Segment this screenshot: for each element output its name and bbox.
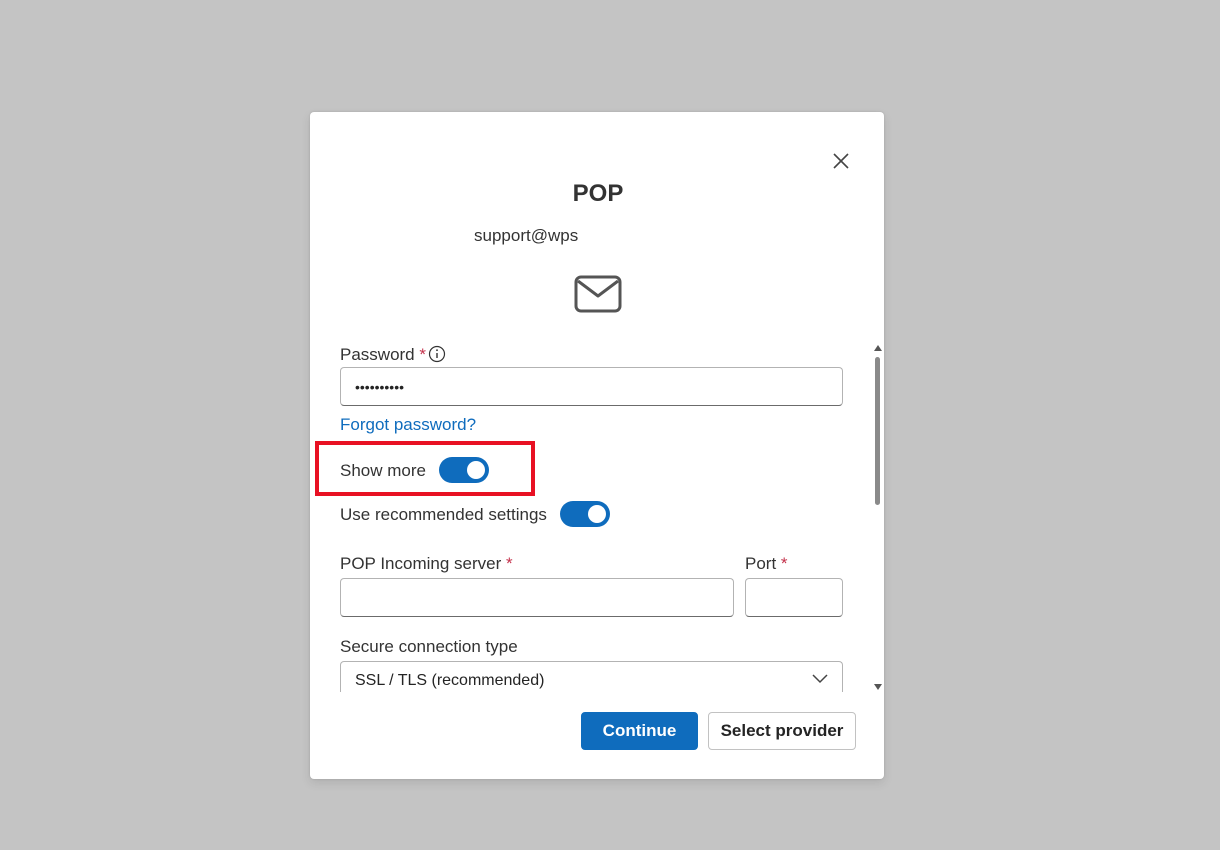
account-email: support@wps — [474, 226, 579, 245]
secure-connection-label: Secure connection type — [340, 637, 518, 656]
chevron-down-icon — [812, 674, 828, 684]
secure-connection-select[interactable]: SSL / TLS (recommended) — [340, 661, 843, 692]
incoming-server-input[interactable] — [340, 578, 734, 617]
scroll-up-arrow-icon[interactable] — [874, 345, 882, 351]
show-more-label: Show more — [340, 461, 426, 480]
required-asterisk: * — [419, 345, 426, 364]
forgot-password-link[interactable]: Forgot password? — [340, 415, 476, 435]
required-asterisk: * — [780, 554, 788, 573]
password-label: Password * — [340, 345, 426, 364]
continue-button[interactable]: Continue — [581, 712, 698, 750]
password-value: •••••••••• — [355, 378, 405, 395]
scrollbar[interactable] — [873, 345, 883, 690]
recommended-settings-toggle[interactable] — [560, 501, 610, 527]
port-input[interactable] — [745, 578, 843, 617]
required-asterisk: * — [506, 554, 513, 573]
info-icon[interactable] — [428, 345, 446, 363]
select-provider-button[interactable]: Select provider — [708, 712, 856, 750]
incoming-server-label: POP Incoming server * — [340, 554, 513, 573]
show-more-toggle[interactable] — [439, 457, 489, 483]
scroll-thumb[interactable] — [875, 357, 880, 505]
password-field[interactable]: •••••••••• — [340, 367, 843, 406]
secure-connection-value: SSL / TLS (recommended) — [355, 671, 545, 689]
toggle-knob — [588, 505, 606, 523]
recommended-settings-label: Use recommended settings — [340, 505, 547, 524]
port-label: Port * — [745, 554, 788, 573]
dialog-title: POP — [572, 180, 624, 207]
toggle-knob — [467, 461, 485, 479]
close-button[interactable] — [828, 148, 854, 174]
scroll-down-arrow-icon[interactable] — [874, 684, 882, 690]
envelope-icon — [574, 275, 622, 313]
pop-account-dialog: POP support@wps Password * •••••••••• Fo… — [310, 112, 884, 779]
form-scroll-area: Password * •••••••••• Forgot password? S… — [340, 342, 845, 692]
close-icon — [833, 153, 849, 169]
